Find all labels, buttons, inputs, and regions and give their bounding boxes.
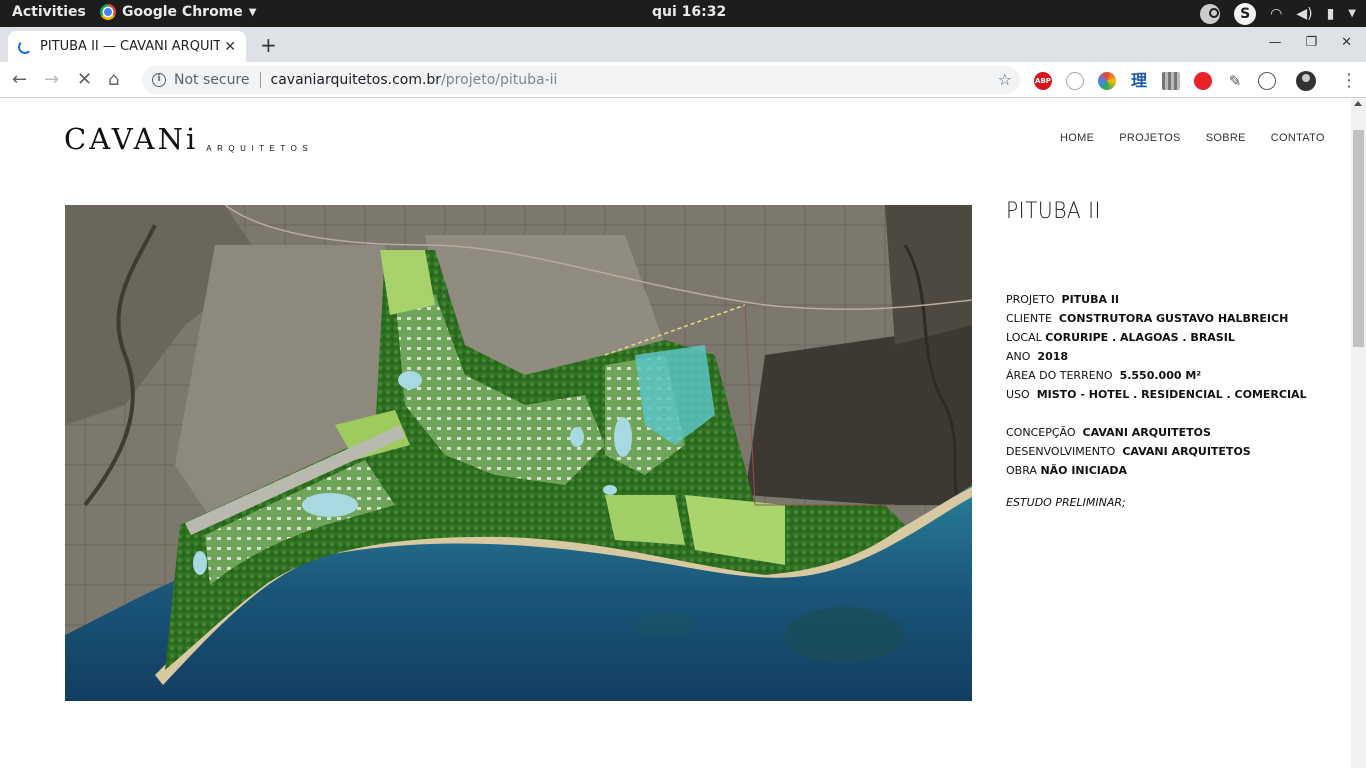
security-label: Not secure [174, 72, 250, 88]
restore-icon[interactable]: ❐ [1305, 35, 1317, 50]
bookmark-star-icon[interactable]: ☆ [998, 70, 1012, 89]
divider [259, 72, 261, 88]
project-details: PROJETO PITUBA II CLIENTE CONSTRUTORA GU… [1006, 290, 1307, 512]
timer-extension-icon[interactable] [1066, 71, 1084, 90]
detail-label: PROJETO [1006, 293, 1055, 306]
info-icon[interactable]: i [152, 73, 166, 87]
stop-loading-button[interactable]: ✕ [77, 69, 92, 90]
detail-obra: OBRA NÃO INICIADA [1006, 461, 1307, 480]
scrollbar-thumb[interactable] [1353, 130, 1364, 347]
detail-label: OBRA [1006, 464, 1037, 477]
close-icon[interactable]: ✕ [224, 39, 236, 55]
detail-label: LOCAL [1006, 331, 1042, 344]
tab-title: PITUBA II — CAVANI ARQUITETOS [40, 39, 220, 54]
browser-toolbar: ← → ✕ ⌂ i Not secure cavaniarquitetos.co… [0, 62, 1366, 98]
forward-button[interactable]: → [44, 69, 59, 90]
detail-uso: USO MISTO - HOTEL . RESIDENCIAL . COMERC… [1006, 385, 1307, 404]
ring-extension-icon[interactable] [1258, 71, 1276, 90]
close-window-icon[interactable]: ✕ [1341, 35, 1352, 50]
volume-icon[interactable]: ◀) [1296, 6, 1312, 22]
activities-button[interactable]: Activities [12, 4, 86, 20]
grid-extension-icon[interactable] [1162, 71, 1180, 90]
chrome-icon [100, 4, 116, 20]
profile-avatar[interactable] [1296, 70, 1316, 91]
app-name: Google Chrome [122, 4, 243, 20]
detail-value: 2018 [1037, 350, 1069, 363]
detail-value: CAVANI ARQUITETOS [1082, 426, 1211, 439]
detail-value: MISTO - HOTEL . RESIDENCIAL . COMERCIAL [1036, 388, 1307, 401]
window-controls: — ❐ ✕ [1268, 35, 1352, 50]
project-masterplan-image [65, 205, 972, 701]
detail-value: NÃO INICIADA [1040, 464, 1128, 477]
app-menu[interactable]: Google Chrome ▼ [100, 4, 256, 20]
detail-label: ÁREA DO TERRENO [1006, 369, 1113, 382]
project-note: ESTUDO PRELIMINAR; [1006, 496, 1126, 509]
detail-area: ÁREA DO TERRENO 5.550.000 M² [1006, 366, 1307, 385]
chevron-down-icon[interactable]: ▼ [1348, 8, 1356, 19]
logo-wordmark: CAVANi [64, 122, 199, 156]
page-viewport: CAVANi ARQUITETOS HOME PROJETOS SOBRE CO… [0, 99, 1366, 768]
project-title: PITUBA II [1006, 199, 1101, 224]
detail-value: CONSTRUTORA GUSTAVO HALBREICH [1058, 312, 1289, 325]
battery-icon[interactable]: ▮ [1327, 6, 1335, 22]
detail-label: ANO [1006, 350, 1031, 363]
chevron-down-icon: ▼ [248, 6, 257, 18]
system-top-bar: Activities Google Chrome ▼ qui 16:32 S ◠… [0, 0, 1366, 27]
dictionary-extension-icon[interactable]: 理 [1130, 71, 1148, 90]
site-navigation: HOME PROJETOS SOBRE CONTATO [1060, 132, 1325, 144]
system-tray: S ◠ ◀) ▮ ▼ [1200, 2, 1356, 25]
nav-contato[interactable]: CONTATO [1271, 132, 1325, 144]
skype-icon[interactable]: S [1234, 2, 1257, 25]
scroll-up-arrow-icon[interactable] [1354, 101, 1362, 106]
nav-sobre[interactable]: SOBRE [1206, 132, 1246, 144]
more-menu-icon[interactable]: ⋮ [1340, 70, 1358, 91]
url-domain: cavaniarquitetos.com.br [270, 72, 442, 88]
wifi-icon[interactable]: ◠ [1270, 6, 1282, 22]
detail-cliente: CLIENTE CONSTRUTORA GUSTAVO HALBREICH [1006, 309, 1307, 328]
home-button[interactable]: ⌂ [108, 69, 119, 90]
logo-subtitle: ARQUITETOS [206, 144, 314, 153]
address-bar[interactable]: i Not secure cavaniarquitetos.com.br/pro… [142, 66, 1020, 94]
detail-concepcao: CONCEPÇÃO CAVANI ARQUITETOS [1006, 423, 1307, 442]
detail-value: CAVANI ARQUITETOS [1122, 445, 1251, 458]
clock[interactable]: qui 16:32 [652, 4, 726, 20]
loading-spinner-icon [18, 39, 32, 54]
browser-tab[interactable]: PITUBA II — CAVANI ARQUITETOS ✕ [8, 31, 246, 62]
detail-label: DESENVOLVIMENTO [1006, 445, 1116, 458]
detail-value: CORURIPE . ALAGOAS . BRASIL [1045, 331, 1235, 344]
site-logo[interactable]: CAVANi ARQUITETOS [64, 125, 313, 154]
steam-icon[interactable] [1200, 3, 1221, 24]
detail-desenvolvimento: DESENVOLVIMENTO CAVANI ARQUITETOS [1006, 442, 1307, 461]
detail-label: USO [1006, 388, 1030, 401]
nav-home[interactable]: HOME [1060, 132, 1094, 144]
adblock-plus-icon[interactable]: ABP [1034, 71, 1052, 90]
detail-projeto: PROJETO PITUBA II [1006, 290, 1307, 309]
detail-local: LOCAL CORURIPE . ALAGOAS . BRASIL [1006, 328, 1307, 347]
detail-label: CLIENTE [1006, 312, 1052, 325]
detail-value: 5.550.000 M² [1119, 369, 1202, 382]
color-picker-extension-icon[interactable] [1098, 71, 1116, 90]
url-path: /projeto/pituba-ii [441, 72, 558, 88]
extensions-bar: ABP 理 ✎ ⋮ [1034, 70, 1358, 91]
detail-ano: ANO 2018 [1006, 347, 1307, 366]
masterplan-illustration [65, 205, 972, 701]
minimize-icon[interactable]: — [1268, 35, 1281, 50]
detail-label: CONCEPÇÃO [1006, 426, 1076, 439]
nav-projetos[interactable]: PROJETOS [1119, 132, 1181, 144]
stop-hand-extension-icon[interactable] [1194, 71, 1212, 90]
page-scrollbar[interactable] [1351, 99, 1366, 768]
back-button[interactable]: ← [12, 69, 27, 90]
detail-value: PITUBA II [1061, 293, 1120, 306]
tab-strip: PITUBA II — CAVANI ARQUITETOS ✕ + — ❐ ✕ [0, 27, 1366, 62]
eyedropper-extension-icon[interactable]: ✎ [1226, 72, 1244, 90]
new-tab-button[interactable]: + [260, 33, 277, 57]
